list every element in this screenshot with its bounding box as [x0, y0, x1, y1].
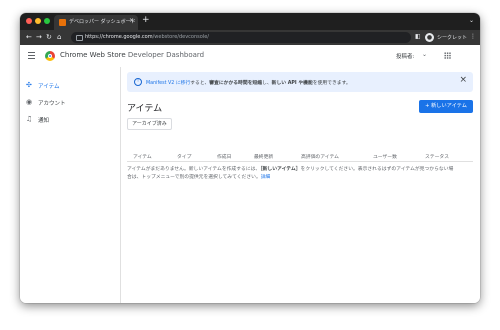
- browser-menu-icon[interactable]: ⋮: [470, 33, 476, 40]
- maximize-window-button[interactable]: [44, 18, 50, 24]
- column-header[interactable]: タイプ: [177, 153, 191, 160]
- address-bar[interactable]: https://chrome.google.com/webstore/devco…: [71, 32, 411, 43]
- sidebar-item-label: 通知: [38, 118, 50, 124]
- home-icon[interactable]: ⌂: [57, 33, 61, 42]
- sidebar-item-label: アカウント: [38, 101, 66, 107]
- profile-label: シークレット: [437, 35, 468, 41]
- puzzle-icon: ✣: [26, 81, 32, 89]
- column-header[interactable]: 最終更新: [254, 153, 273, 160]
- publisher-dropdown-icon[interactable]: ⌄: [422, 51, 427, 58]
- banner-text: Manifest V2 に移行すると、審査にかかる時間を短縮し、新しい API …: [146, 81, 351, 86]
- main-content: ! Manifest V2 に移行すると、審査にかかる時間を短縮し、新しい AP…: [121, 67, 480, 303]
- app-title: Chrome Web Store Developer Dashboard: [60, 51, 205, 59]
- tab-close-icon[interactable]: ×: [129, 17, 134, 24]
- page-title: アイテム: [127, 104, 163, 114]
- info-icon: !: [134, 78, 142, 86]
- back-arrow-icon[interactable]: ←: [26, 33, 32, 42]
- manifest-v3-link[interactable]: Manifest V2 に移行: [146, 81, 190, 86]
- bell-icon: ♫: [26, 115, 33, 123]
- publisher-label: 投稿者:: [396, 54, 415, 60]
- sidebar-item-notifications[interactable]: ♫ 通知: [20, 113, 120, 126]
- sidebar: ✣ アイテム ◉ アカウント ♫ 通知: [20, 67, 121, 303]
- app-header: Chrome Web Store Developer Dashboard 投稿者…: [20, 45, 480, 68]
- new-item-button[interactable]: + 新しいアイテム: [419, 100, 473, 113]
- column-header[interactable]: ステータス: [425, 153, 449, 160]
- column-header[interactable]: 作成日: [217, 153, 231, 160]
- column-header[interactable]: 高評価のアイテム: [301, 153, 339, 160]
- banner-close-icon[interactable]: ×: [459, 76, 467, 85]
- browser-window: デベロッパー ダッシュボード × + ⌄ ← → ↻ ⌂ https://chr…: [20, 13, 480, 303]
- incognito-icon: ●: [425, 33, 434, 42]
- column-header[interactable]: ユーザー数: [373, 153, 397, 160]
- tab-favicon-icon: [59, 19, 66, 26]
- sidebar-item-items[interactable]: ✣ アイテム: [20, 79, 120, 92]
- learn-more-link[interactable]: 詳細: [261, 175, 271, 180]
- browser-tab[interactable]: デベロッパー ダッシュボード ×: [54, 15, 138, 30]
- tab-title: デベロッパー ダッシュボード: [69, 19, 136, 25]
- archived-filter-button[interactable]: アーカイブ済み: [127, 118, 172, 130]
- apps-grid-icon[interactable]: [444, 52, 451, 59]
- account-icon: ◉: [26, 98, 33, 106]
- items-table-header: アイテム タイプ 作成日 最終更新 高評価のアイテム ユーザー数 ステータス: [127, 151, 473, 162]
- browser-toolbar: ← → ↻ ⌂ https://chrome.google.com/websto…: [20, 30, 480, 45]
- migration-banner: ! Manifest V2 に移行すると、審査にかかる時間を短縮し、新しい AP…: [127, 72, 473, 92]
- forward-arrow-icon[interactable]: →: [36, 33, 42, 42]
- tab-search-chevron-icon[interactable]: ⌄: [469, 17, 474, 24]
- tab-strip: デベロッパー ダッシュボード × + ⌄: [20, 13, 480, 30]
- url-text: https://chrome.google.com/webstore/devco…: [85, 34, 209, 40]
- chrome-web-store-logo-icon: [45, 51, 55, 61]
- column-header[interactable]: アイテム: [133, 153, 152, 160]
- hamburger-menu-icon[interactable]: [28, 52, 35, 61]
- new-tab-button[interactable]: +: [142, 15, 150, 25]
- sidebar-item-label: アイテム: [38, 84, 60, 90]
- incognito-profile-button[interactable]: ● シークレット: [425, 32, 467, 43]
- sidepanel-icon[interactable]: ◧: [415, 33, 421, 40]
- lock-icon: [76, 35, 83, 41]
- empty-state-message: アイテムがまだありません。新しいアイテムを作成するには、［新しいアイテム］をクリ…: [127, 167, 454, 180]
- minimize-window-button[interactable]: [35, 18, 41, 24]
- sidebar-item-account[interactable]: ◉ アカウント: [20, 96, 120, 109]
- reload-icon[interactable]: ↻: [46, 33, 52, 42]
- close-window-button[interactable]: [26, 18, 32, 24]
